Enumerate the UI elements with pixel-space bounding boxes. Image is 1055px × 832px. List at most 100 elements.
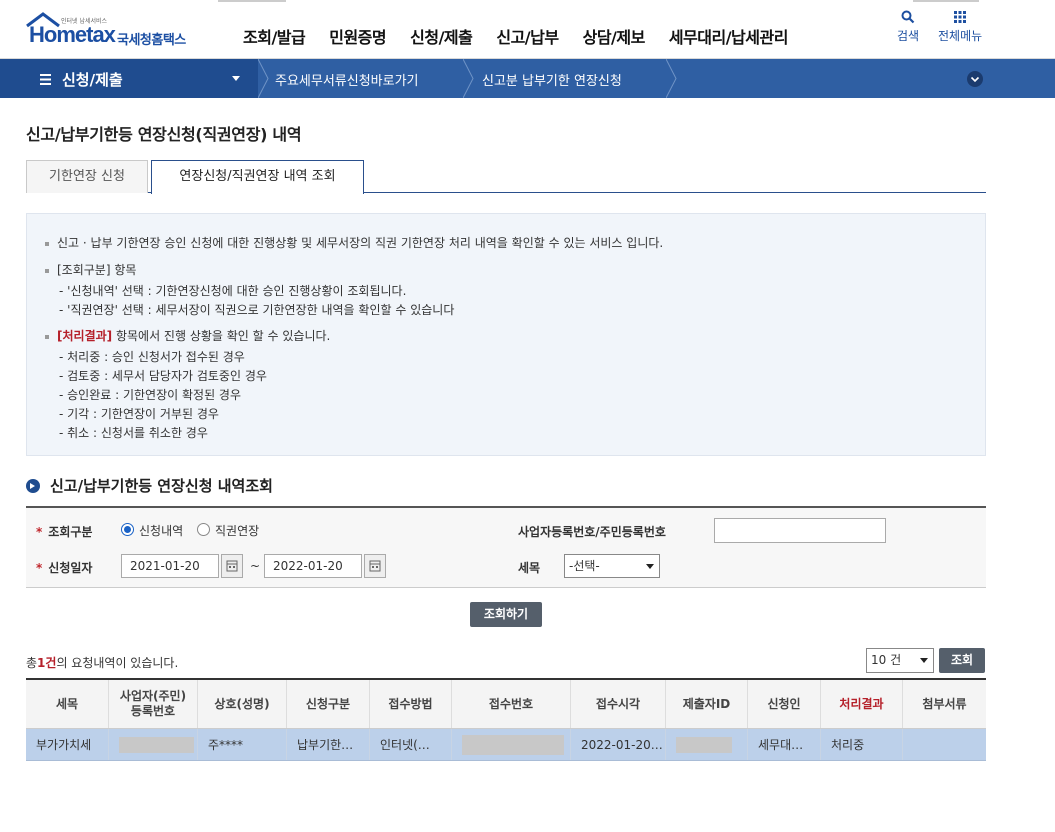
page-size-selected: 10 건: [871, 653, 902, 667]
calendar-icon: [226, 560, 238, 572]
gnb-inquiry-issue[interactable]: 조회/발급: [243, 24, 306, 48]
radio-ex-officio[interactable]: [197, 523, 210, 536]
breadcrumb-current[interactable]: 신고분 납부기한 연장신청: [482, 70, 622, 89]
subnav-title: 신청/제출: [62, 71, 123, 89]
redacted-block: [462, 734, 564, 755]
col-submitter-id: 제출자ID: [666, 680, 748, 728]
gnb-civil-cert[interactable]: 민원증명: [329, 24, 386, 48]
biz-number-label: 사업자등록번호/주민등록번호: [518, 525, 666, 539]
cell-result: 처리중: [821, 729, 903, 760]
tab-bar: 기한연장 신청 연장신청/직권연장 내역 조회: [26, 160, 986, 194]
hometax-logo[interactable]: 인터넷 납세서비스 Hometax 국세청홈택스: [25, 12, 210, 52]
info-line-3: [처리결과] 항목에서 진행 상황을 확인 할 수 있습니다.: [45, 327, 330, 344]
logo-korean-text: 국세청홈택스: [117, 33, 186, 48]
info-box: 신고 · 납부 기한연장 승인 신청에 대한 진행상황 및 세무서장의 직권 기…: [26, 213, 986, 456]
info-sub-line: - 검토중 : 세무서 담당자가 검토중인 경우: [59, 369, 267, 383]
bullet-icon: [45, 334, 49, 339]
results-table: 세목 사업자(주민) 등록번호 상호(성명) 신청구분 접수방법 접수번호 접수…: [26, 678, 986, 761]
col-receipt-time: 접수시각: [571, 680, 666, 728]
all-menu-label: 전체메뉴: [938, 29, 983, 43]
cell-company-name: 주****: [198, 729, 287, 760]
dropdown-arrow-icon: [920, 658, 928, 663]
global-header: 인터넷 납세서비스 Hometax 국세청홈택스 조회/발급 민원증명 신청/제…: [0, 0, 1055, 59]
col-attachment: 첨부서류: [922, 696, 967, 711]
tax-type-label: 세목: [518, 561, 541, 575]
info-sub-line: - '직권연장' 선택 : 세무서장이 직권으로 기한연장한 내역을 확인할 수…: [59, 303, 455, 317]
date-to-input[interactable]: 2022-01-20: [264, 554, 362, 578]
all-menu-button[interactable]: 전체메뉴: [938, 10, 982, 44]
info-sub-line: - 기각 : 기한연장이 거부된 경우: [59, 407, 219, 421]
top-tab-strip: [218, 0, 286, 2]
page-title: 신고/납부기한등 연장신청(직권연장) 내역: [26, 125, 302, 144]
col-apply-type: 신청구분: [287, 680, 370, 728]
section-title: 신고/납부기한등 연장신청 내역조회: [26, 475, 273, 496]
chevron-right-icon: [258, 59, 269, 98]
type-label: * 조회구분: [36, 525, 93, 539]
info-line-1: 신고 · 납부 기한연장 승인 신청에 대한 진행상황 및 세무서장의 직권 기…: [45, 234, 663, 251]
cell-tax-type: 부가가치세: [26, 729, 109, 760]
cell-receipt-number-masked: [452, 729, 571, 760]
tax-type-select[interactable]: -선택-: [564, 554, 660, 578]
col-company-name: 상호(성명): [198, 680, 287, 728]
info-sub-line: - 승인완료 : 기한연장이 확정된 경우: [59, 388, 242, 402]
cell-reg-number-masked: [109, 729, 198, 760]
expand-button[interactable]: [967, 71, 983, 87]
table-header: 세목 사업자(주민) 등록번호 상호(성명) 신청구분 접수방법 접수번호 접수…: [26, 680, 986, 729]
gnb-tax-agent[interactable]: 세무대리/납세관리: [669, 24, 789, 48]
page-size-go-button[interactable]: 조회: [939, 648, 985, 673]
arrow-circle-icon: [26, 478, 40, 493]
date-label: * 신청일자: [36, 561, 93, 575]
col-applicant: 신청인: [748, 680, 821, 728]
chevron-right-icon: [463, 59, 474, 98]
bullet-icon: [45, 268, 49, 273]
bullet-icon: [45, 241, 49, 246]
page-size-select[interactable]: 10 건: [866, 648, 934, 673]
result-count: 총1건의 요청내역이 있습니다.: [26, 656, 179, 670]
calendar-button-from[interactable]: [221, 554, 243, 578]
chevron-down-icon: [970, 76, 980, 83]
breadcrumb-quick-apply[interactable]: 주요세무서류신청바로가기: [275, 70, 419, 89]
info-sub-line: - 처리중 : 승인 신청서가 접수된 경우: [59, 350, 245, 364]
calendar-button-to[interactable]: [364, 554, 386, 578]
search-submit-button[interactable]: 조회하기: [470, 602, 542, 627]
sub-nav-bar: 신청/제출 주요세무서류신청바로가기 신고분 납부기한 연장신청: [0, 59, 1055, 98]
search-form: * 조회구분 신청내역 직권연장 사업자등록번호/주민등록번호 * 신청일자 202…: [26, 506, 986, 588]
search-label: 검색: [897, 29, 920, 43]
date-separator: ~: [250, 559, 261, 573]
tab-extension-apply[interactable]: 기한연장 신청: [26, 160, 148, 193]
global-nav: 조회/발급 민원증명 신청/제출 신고/납부 상담/제보 세무대리/납세관리: [243, 24, 812, 48]
gnb-consult-report[interactable]: 상담/제보: [583, 24, 646, 48]
redacted-block: [119, 736, 194, 753]
gnb-report-pay[interactable]: 신고/납부: [496, 24, 559, 48]
top-tab-strip-right: [913, 0, 979, 2]
subnav-category-dropdown[interactable]: 신청/제출: [0, 59, 258, 98]
cell-receipt-method: 인터넷(…: [370, 729, 452, 760]
biz-number-input[interactable]: [714, 518, 886, 543]
search-button[interactable]: 검색: [897, 10, 919, 44]
radio-application-label[interactable]: 신청내역: [139, 522, 183, 539]
grid-menu-icon: [954, 11, 967, 23]
col-tax-type: 세목: [26, 680, 109, 728]
gnb-apply-submit[interactable]: 신청/제출: [410, 24, 473, 48]
caret-down-icon: [232, 76, 240, 81]
tax-type-selected: -선택-: [569, 559, 600, 573]
cell-apply-type: 납부기한…: [287, 729, 370, 760]
chevron-right-icon: [666, 59, 677, 98]
section-title-text: 신고/납부기한등 연장신청 내역조회: [50, 477, 273, 495]
cell-submitter-id-masked: [666, 729, 748, 760]
col-receipt-method: 접수방법: [370, 680, 452, 728]
tab-history-inquiry[interactable]: 연장신청/직권연장 내역 조회: [151, 160, 364, 194]
dropdown-arrow-icon: [646, 564, 654, 569]
col-reg-number: 사업자(주민) 등록번호: [109, 680, 198, 728]
info-sub-line: - 취소 : 신청서를 취소한 경우: [59, 426, 208, 440]
cell-receipt-time: 2022-01-20…: [571, 729, 666, 760]
radio-ex-officio-label[interactable]: 직권연장: [215, 522, 259, 539]
redacted-block: [676, 736, 732, 753]
radio-application[interactable]: [121, 523, 134, 536]
col-result: 처리결과: [821, 680, 903, 728]
table-row[interactable]: 부가가치세 주**** 납부기한… 인터넷(… 2022-01-20… 세무대……: [26, 729, 986, 761]
cell-applicant: 세무대…: [748, 729, 821, 760]
info-line-2: [조회구분] 항목: [45, 261, 136, 278]
logo-brand-text: Hometax: [29, 22, 116, 47]
date-from-input[interactable]: 2021-01-20: [121, 554, 219, 578]
